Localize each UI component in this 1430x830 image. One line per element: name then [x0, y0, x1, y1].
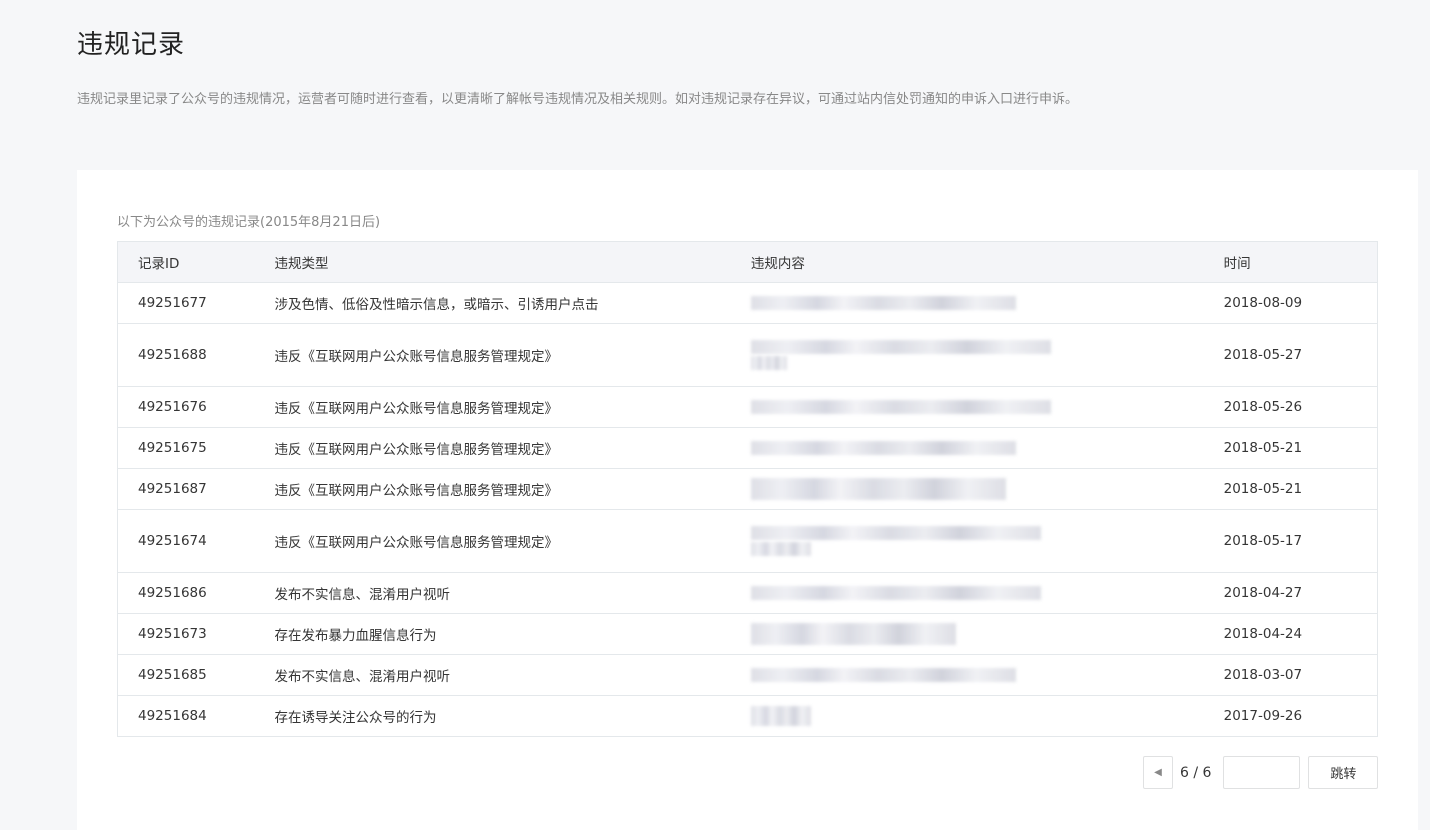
page-description: 违规记录里记录了公众号的违规情况，运营者可随时进行查看，以更清晰了解帐号违规情况… [77, 92, 1079, 107]
record-id: 49251684 [117, 695, 255, 737]
record-id: 49251688 [117, 323, 255, 387]
violation-content-redacted [742, 468, 1204, 510]
violation-content-redacted [742, 654, 1204, 696]
table-row: 49251675 违反《互联网用户公众账号信息服务管理规定》 2018-05-2… [117, 427, 1378, 469]
record-id: 49251685 [117, 654, 255, 696]
record-id: 49251675 [117, 427, 255, 469]
violation-content-redacted [742, 509, 1204, 573]
table-row: 49251687 违反《互联网用户公众账号信息服务管理规定》 2018-05-2… [117, 468, 1378, 510]
record-id: 49251676 [117, 386, 255, 428]
record-id: 49251673 [117, 613, 255, 655]
record-time: 2018-04-27 [1203, 572, 1378, 614]
table-row: 49251685 发布不实信息、混淆用户视听 2018-03-07 [117, 654, 1378, 696]
triangle-left-icon: ◀ [1154, 767, 1162, 778]
table-row: 49251674 违反《互联网用户公众账号信息服务管理规定》 2018-05-1… [117, 509, 1378, 573]
record-id: 49251686 [117, 572, 255, 614]
violation-type: 违反《互联网用户公众账号信息服务管理规定》 [254, 323, 743, 387]
header-time: 时间 [1203, 241, 1378, 283]
violation-content-redacted [742, 613, 1204, 655]
page-title: 违规记录 [77, 30, 186, 60]
pagination: ◀ 6 / 6 跳转 [1143, 756, 1379, 789]
table-row: 49251673 存在发布暴力血腥信息行为 2018-04-24 [117, 613, 1378, 655]
table-header-row: 记录ID 违规类型 违规内容 时间 [117, 241, 1378, 283]
records-card: 以下为公众号的违规记录(2015年8月21日后) 记录ID 违规类型 违规内容 … [77, 170, 1418, 830]
record-time: 2018-05-17 [1203, 509, 1378, 573]
violation-type: 涉及色情、低俗及性暗示信息，或暗示、引诱用户点击 [254, 282, 743, 324]
violation-type: 发布不实信息、混淆用户视听 [254, 572, 743, 614]
record-time: 2018-05-21 [1203, 427, 1378, 469]
violation-type: 发布不实信息、混淆用户视听 [254, 654, 743, 696]
prev-page-button[interactable]: ◀ [1143, 756, 1173, 789]
record-id: 49251677 [117, 282, 255, 324]
record-time: 2018-04-24 [1203, 613, 1378, 655]
table-row: 49251686 发布不实信息、混淆用户视听 2018-04-27 [117, 572, 1378, 614]
table-row: 49251688 违反《互联网用户公众账号信息服务管理规定》 2018-05-2… [117, 323, 1378, 387]
violation-type: 存在发布暴力血腥信息行为 [254, 613, 743, 655]
violation-content-redacted [742, 323, 1204, 387]
table-row: 49251676 违反《互联网用户公众账号信息服务管理规定》 2018-05-2… [117, 386, 1378, 428]
page-number-input[interactable] [1223, 756, 1301, 789]
record-time: 2018-05-27 [1203, 323, 1378, 387]
record-time: 2018-08-09 [1203, 282, 1378, 324]
table-row: 49251684 存在诱导关注公众号的行为 2017-09-26 [117, 695, 1378, 737]
violation-type: 违反《互联网用户公众账号信息服务管理规定》 [254, 386, 743, 428]
header-violation-type: 违规类型 [254, 241, 743, 283]
record-id: 49251674 [117, 509, 255, 573]
violation-type: 违反《互联网用户公众账号信息服务管理规定》 [254, 509, 743, 573]
record-time: 2018-05-21 [1203, 468, 1378, 510]
jump-button[interactable]: 跳转 [1308, 756, 1379, 789]
violation-type: 违反《互联网用户公众账号信息服务管理规定》 [254, 468, 743, 510]
record-id: 49251687 [117, 468, 255, 510]
records-table: 记录ID 违规类型 违规内容 时间 49251677 涉及色情、低俗及性暗示信息… [117, 241, 1378, 737]
violation-content-redacted [742, 282, 1204, 324]
records-caption: 以下为公众号的违规记录(2015年8月21日后) [117, 215, 381, 230]
violation-type: 违反《互联网用户公众账号信息服务管理规定》 [254, 427, 743, 469]
violation-content-redacted [742, 695, 1204, 737]
violation-type: 存在诱导关注公众号的行为 [254, 695, 743, 737]
record-time: 2018-05-26 [1203, 386, 1378, 428]
header-violation-content: 违规内容 [742, 241, 1204, 283]
header-record-id: 记录ID [117, 241, 255, 283]
violation-content-redacted [742, 427, 1204, 469]
table-row: 49251677 涉及色情、低俗及性暗示信息，或暗示、引诱用户点击 2018-0… [117, 282, 1378, 324]
record-time: 2017-09-26 [1203, 695, 1378, 737]
page-indicator: 6 / 6 [1180, 764, 1212, 781]
violation-content-redacted [742, 386, 1204, 428]
record-time: 2018-03-07 [1203, 654, 1378, 696]
violation-content-redacted [742, 572, 1204, 614]
